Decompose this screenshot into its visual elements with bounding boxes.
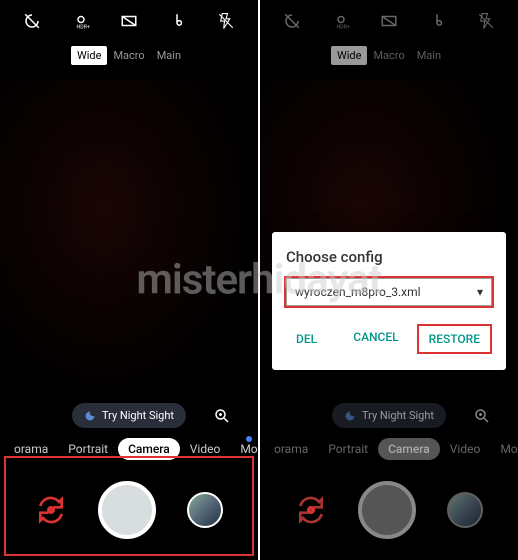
timer-off-icon[interactable] <box>283 12 301 30</box>
lens-selector: Wide Macro Main <box>260 46 518 65</box>
screenshot-left: HDR+ Wide Macro Main Try Night Sight ora… <box>0 0 258 560</box>
mode-camera[interactable]: Camera <box>118 438 180 460</box>
night-sight-suggestion[interactable]: Try Night Sight <box>72 403 186 428</box>
switch-camera-button[interactable] <box>35 494 67 526</box>
shutter-controls <box>260 460 518 560</box>
restore-button[interactable]: RESTORE <box>417 324 492 354</box>
top-toolbar: HDR+ <box>0 0 258 42</box>
mode-video[interactable]: Video <box>440 438 491 460</box>
delete-button[interactable]: DEL <box>286 326 327 352</box>
motion-icon[interactable] <box>380 12 398 30</box>
shutter-button[interactable] <box>98 481 156 539</box>
mode-camera[interactable]: Camera <box>378 438 440 460</box>
switch-camera-button[interactable] <box>295 494 327 526</box>
gallery-thumbnail[interactable] <box>447 492 483 528</box>
viewfinder[interactable] <box>0 80 258 400</box>
moon-icon <box>84 410 96 422</box>
motion-icon[interactable] <box>120 12 138 30</box>
temperature-icon[interactable] <box>168 12 186 30</box>
lens-macro[interactable]: Macro <box>107 46 150 65</box>
shutter-button[interactable] <box>358 481 416 539</box>
flash-off-icon[interactable] <box>477 12 495 30</box>
mode-panorama[interactable]: orama <box>264 438 318 460</box>
mode-portrait[interactable]: Portrait <box>318 438 378 460</box>
hdr-icon[interactable]: HDR+ <box>332 12 350 30</box>
moon-icon <box>344 410 356 422</box>
lens-wide[interactable]: Wide <box>71 46 107 65</box>
shutter-controls <box>0 460 258 560</box>
mode-video[interactable]: Video <box>180 438 231 460</box>
timer-off-icon[interactable] <box>23 12 41 30</box>
cancel-button[interactable]: CANCEL <box>343 324 408 354</box>
screenshot-right: HDR+ Wide Macro Main Choose config wyroc… <box>258 0 518 560</box>
mode-strip: orama Portrait Camera Video More <box>260 438 518 460</box>
dialog-title: Choose config <box>286 248 492 266</box>
lens-selector: Wide Macro Main <box>0 46 258 65</box>
svg-text:HDR+: HDR+ <box>336 25 349 31</box>
config-dialog: Choose config wyroczen_m8pro_3.xml ▾ DEL… <box>272 232 506 370</box>
temperature-icon[interactable] <box>428 12 446 30</box>
flash-off-icon[interactable] <box>217 12 235 30</box>
lens-main[interactable]: Main <box>411 46 447 65</box>
config-selected-value: wyroczen_m8pro_3.xml <box>295 285 421 299</box>
hdr-icon[interactable]: HDR+ <box>72 12 90 30</box>
lens-wide[interactable]: Wide <box>331 46 367 65</box>
night-sight-label: Try Night Sight <box>362 409 434 422</box>
mode-more[interactable]: More <box>230 438 258 460</box>
night-sight-suggestion[interactable]: Try Night Sight <box>332 403 446 428</box>
mode-portrait[interactable]: Portrait <box>58 438 118 460</box>
lens-main[interactable]: Main <box>151 46 187 65</box>
mode-more[interactable]: More <box>490 438 518 460</box>
svg-text:HDR+: HDR+ <box>76 25 89 31</box>
gallery-thumbnail[interactable] <box>187 492 223 528</box>
night-sight-label: Try Night Sight <box>102 409 174 422</box>
zoom-button[interactable] <box>470 404 494 428</box>
top-toolbar: HDR+ <box>260 0 518 42</box>
chevron-down-icon: ▾ <box>477 285 483 299</box>
lens-macro[interactable]: Macro <box>367 46 410 65</box>
mode-strip: orama Portrait Camera Video More <box>0 438 258 460</box>
config-dropdown[interactable]: wyroczen_m8pro_3.xml ▾ <box>286 278 492 306</box>
more-indicator <box>246 436 252 442</box>
mode-panorama[interactable]: orama <box>4 438 58 460</box>
zoom-button[interactable] <box>210 404 234 428</box>
